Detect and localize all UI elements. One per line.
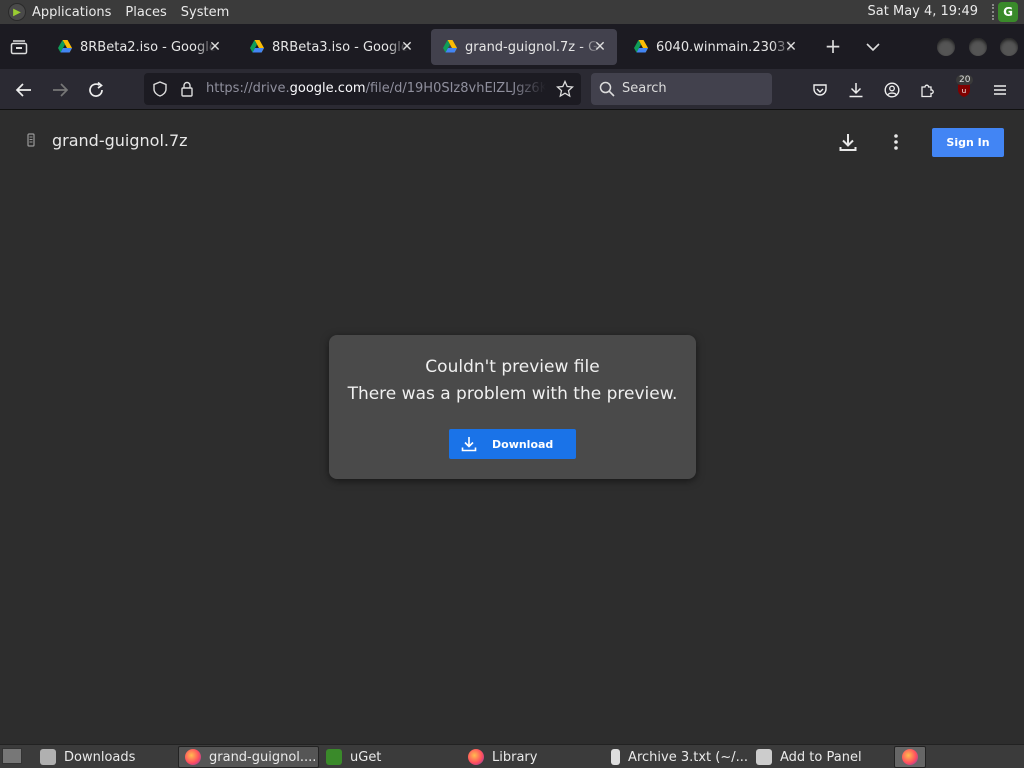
close-tab-icon[interactable]: ✕ bbox=[206, 38, 224, 56]
tab-grand-guignol[interactable]: grand-guignol.7z - Google Drive ✕ bbox=[431, 29, 617, 65]
search-icon bbox=[599, 81, 615, 97]
account-icon[interactable] bbox=[880, 78, 904, 102]
ublock-count-badge: 20 bbox=[956, 75, 974, 85]
app-menu-hamburger-icon[interactable] bbox=[988, 78, 1012, 102]
uget-icon bbox=[326, 749, 342, 765]
task-firefox-grand-guignol[interactable]: grand-guignol.... bbox=[178, 746, 319, 768]
file-header: grand-guignol.7z Sign In bbox=[0, 110, 1024, 174]
close-tab-icon[interactable]: ✕ bbox=[591, 38, 609, 56]
top-panel: ▶ Applications Places System Sat May 4, … bbox=[0, 0, 1024, 24]
url-bar[interactable]: https://drive.google.com/file/d/19H0SIz8… bbox=[144, 73, 581, 105]
downloads-icon[interactable] bbox=[844, 78, 868, 102]
task-downloads[interactable]: Downloads bbox=[34, 746, 174, 768]
task-library[interactable]: Library bbox=[462, 746, 602, 768]
google-drive-icon bbox=[443, 40, 457, 54]
show-desktop-icon[interactable] bbox=[2, 748, 22, 764]
search-placeholder: Search bbox=[622, 81, 667, 96]
close-tab-icon[interactable]: ✕ bbox=[782, 38, 800, 56]
folder-icon bbox=[40, 749, 56, 765]
bottom-taskbar: Downloads grand-guignol.... uGet Library… bbox=[0, 744, 1024, 768]
extensions-icon[interactable] bbox=[916, 78, 940, 102]
preview-error-card: Couldn't preview file There was a proble… bbox=[329, 335, 696, 479]
applications-logo-icon[interactable]: ▶ bbox=[8, 3, 26, 21]
tab-8rbeta3[interactable]: 8RBeta3.iso - Google Drive ✕ bbox=[238, 29, 424, 65]
task-label: Downloads bbox=[64, 749, 136, 765]
google-drive-icon bbox=[58, 40, 72, 54]
task-add-to-panel[interactable]: Add to Panel bbox=[750, 746, 890, 768]
tab-label: 6040.winmain.230311 bbox=[656, 39, 792, 55]
forward-arrow-icon[interactable] bbox=[48, 78, 72, 102]
tab-8rbeta2[interactable]: 8RBeta2.iso - Google Drive ✕ bbox=[46, 29, 232, 65]
download-button[interactable]: Download bbox=[449, 429, 576, 459]
tab-label: 8RBeta2.iso - Google Drive bbox=[80, 39, 216, 55]
panel-icon bbox=[756, 749, 772, 765]
svg-text:u: u bbox=[962, 87, 966, 95]
download-icon bbox=[460, 435, 478, 453]
new-tab-icon[interactable]: + bbox=[822, 36, 844, 58]
clock[interactable]: Sat May 4, 19:49 bbox=[868, 4, 978, 19]
panel-separator bbox=[992, 4, 994, 20]
task-label: Archive 3.txt (~/... bbox=[628, 749, 748, 765]
firefox-icon bbox=[468, 749, 484, 765]
more-options-icon[interactable] bbox=[884, 130, 908, 154]
tab-label: grand-guignol.7z - Google Drive bbox=[465, 39, 601, 55]
list-all-tabs-icon[interactable] bbox=[862, 36, 884, 58]
task-uget[interactable]: uGet bbox=[320, 746, 460, 768]
bookmark-star-icon[interactable] bbox=[556, 80, 574, 98]
task-label: uGet bbox=[350, 749, 382, 765]
tab-6040-winmain[interactable]: 6040.winmain.230311 ✕ bbox=[622, 29, 808, 65]
firefox-icon bbox=[185, 749, 201, 765]
error-message: There was a problem with the preview. bbox=[347, 384, 678, 404]
task-label: grand-guignol.... bbox=[209, 749, 317, 765]
task-label: Add to Panel bbox=[780, 749, 862, 765]
menu-places[interactable]: Places bbox=[125, 5, 166, 20]
minimize-window-icon[interactable] bbox=[937, 38, 955, 56]
tab-label: 8RBeta3.iso - Google Drive bbox=[272, 39, 408, 55]
google-drive-icon bbox=[634, 40, 648, 54]
reload-icon[interactable] bbox=[84, 78, 108, 102]
file-title: grand-guignol.7z bbox=[52, 131, 188, 150]
navigation-toolbar: https://drive.google.com/file/d/19H0SIz8… bbox=[0, 69, 1024, 110]
header-download-icon[interactable] bbox=[836, 130, 860, 154]
uget-tray-icon[interactable]: G bbox=[998, 2, 1018, 22]
download-label: Download bbox=[492, 437, 554, 451]
task-label: Library bbox=[492, 749, 538, 765]
text-editor-icon bbox=[611, 749, 621, 765]
back-arrow-icon[interactable] bbox=[12, 78, 36, 102]
error-heading: Couldn't preview file bbox=[425, 357, 600, 377]
menu-applications[interactable]: Applications bbox=[32, 5, 111, 20]
task-archive-txt[interactable]: Archive 3.txt (~/... bbox=[605, 746, 748, 768]
close-window-icon[interactable] bbox=[1000, 38, 1018, 56]
lock-icon[interactable] bbox=[180, 81, 194, 97]
drive-viewer: grand-guignol.7z Sign In Couldn't previe… bbox=[0, 110, 1024, 744]
url-text[interactable]: https://drive.google.com/file/d/19H0SIz8… bbox=[206, 81, 546, 96]
pocket-icon[interactable] bbox=[808, 78, 832, 102]
sign-in-button[interactable]: Sign In bbox=[932, 128, 1004, 157]
tracking-shield-icon[interactable] bbox=[152, 81, 168, 97]
maximize-window-icon[interactable] bbox=[969, 38, 987, 56]
firefox-launcher-icon[interactable] bbox=[894, 746, 926, 768]
file-type-icon bbox=[24, 133, 38, 147]
menu-system[interactable]: System bbox=[181, 5, 229, 20]
top-menu: Applications Places System bbox=[32, 0, 243, 24]
search-bar[interactable]: Search bbox=[591, 73, 772, 105]
close-tab-icon[interactable]: ✕ bbox=[398, 38, 416, 56]
firefox-view-icon[interactable] bbox=[8, 36, 30, 58]
google-drive-icon bbox=[250, 40, 264, 54]
